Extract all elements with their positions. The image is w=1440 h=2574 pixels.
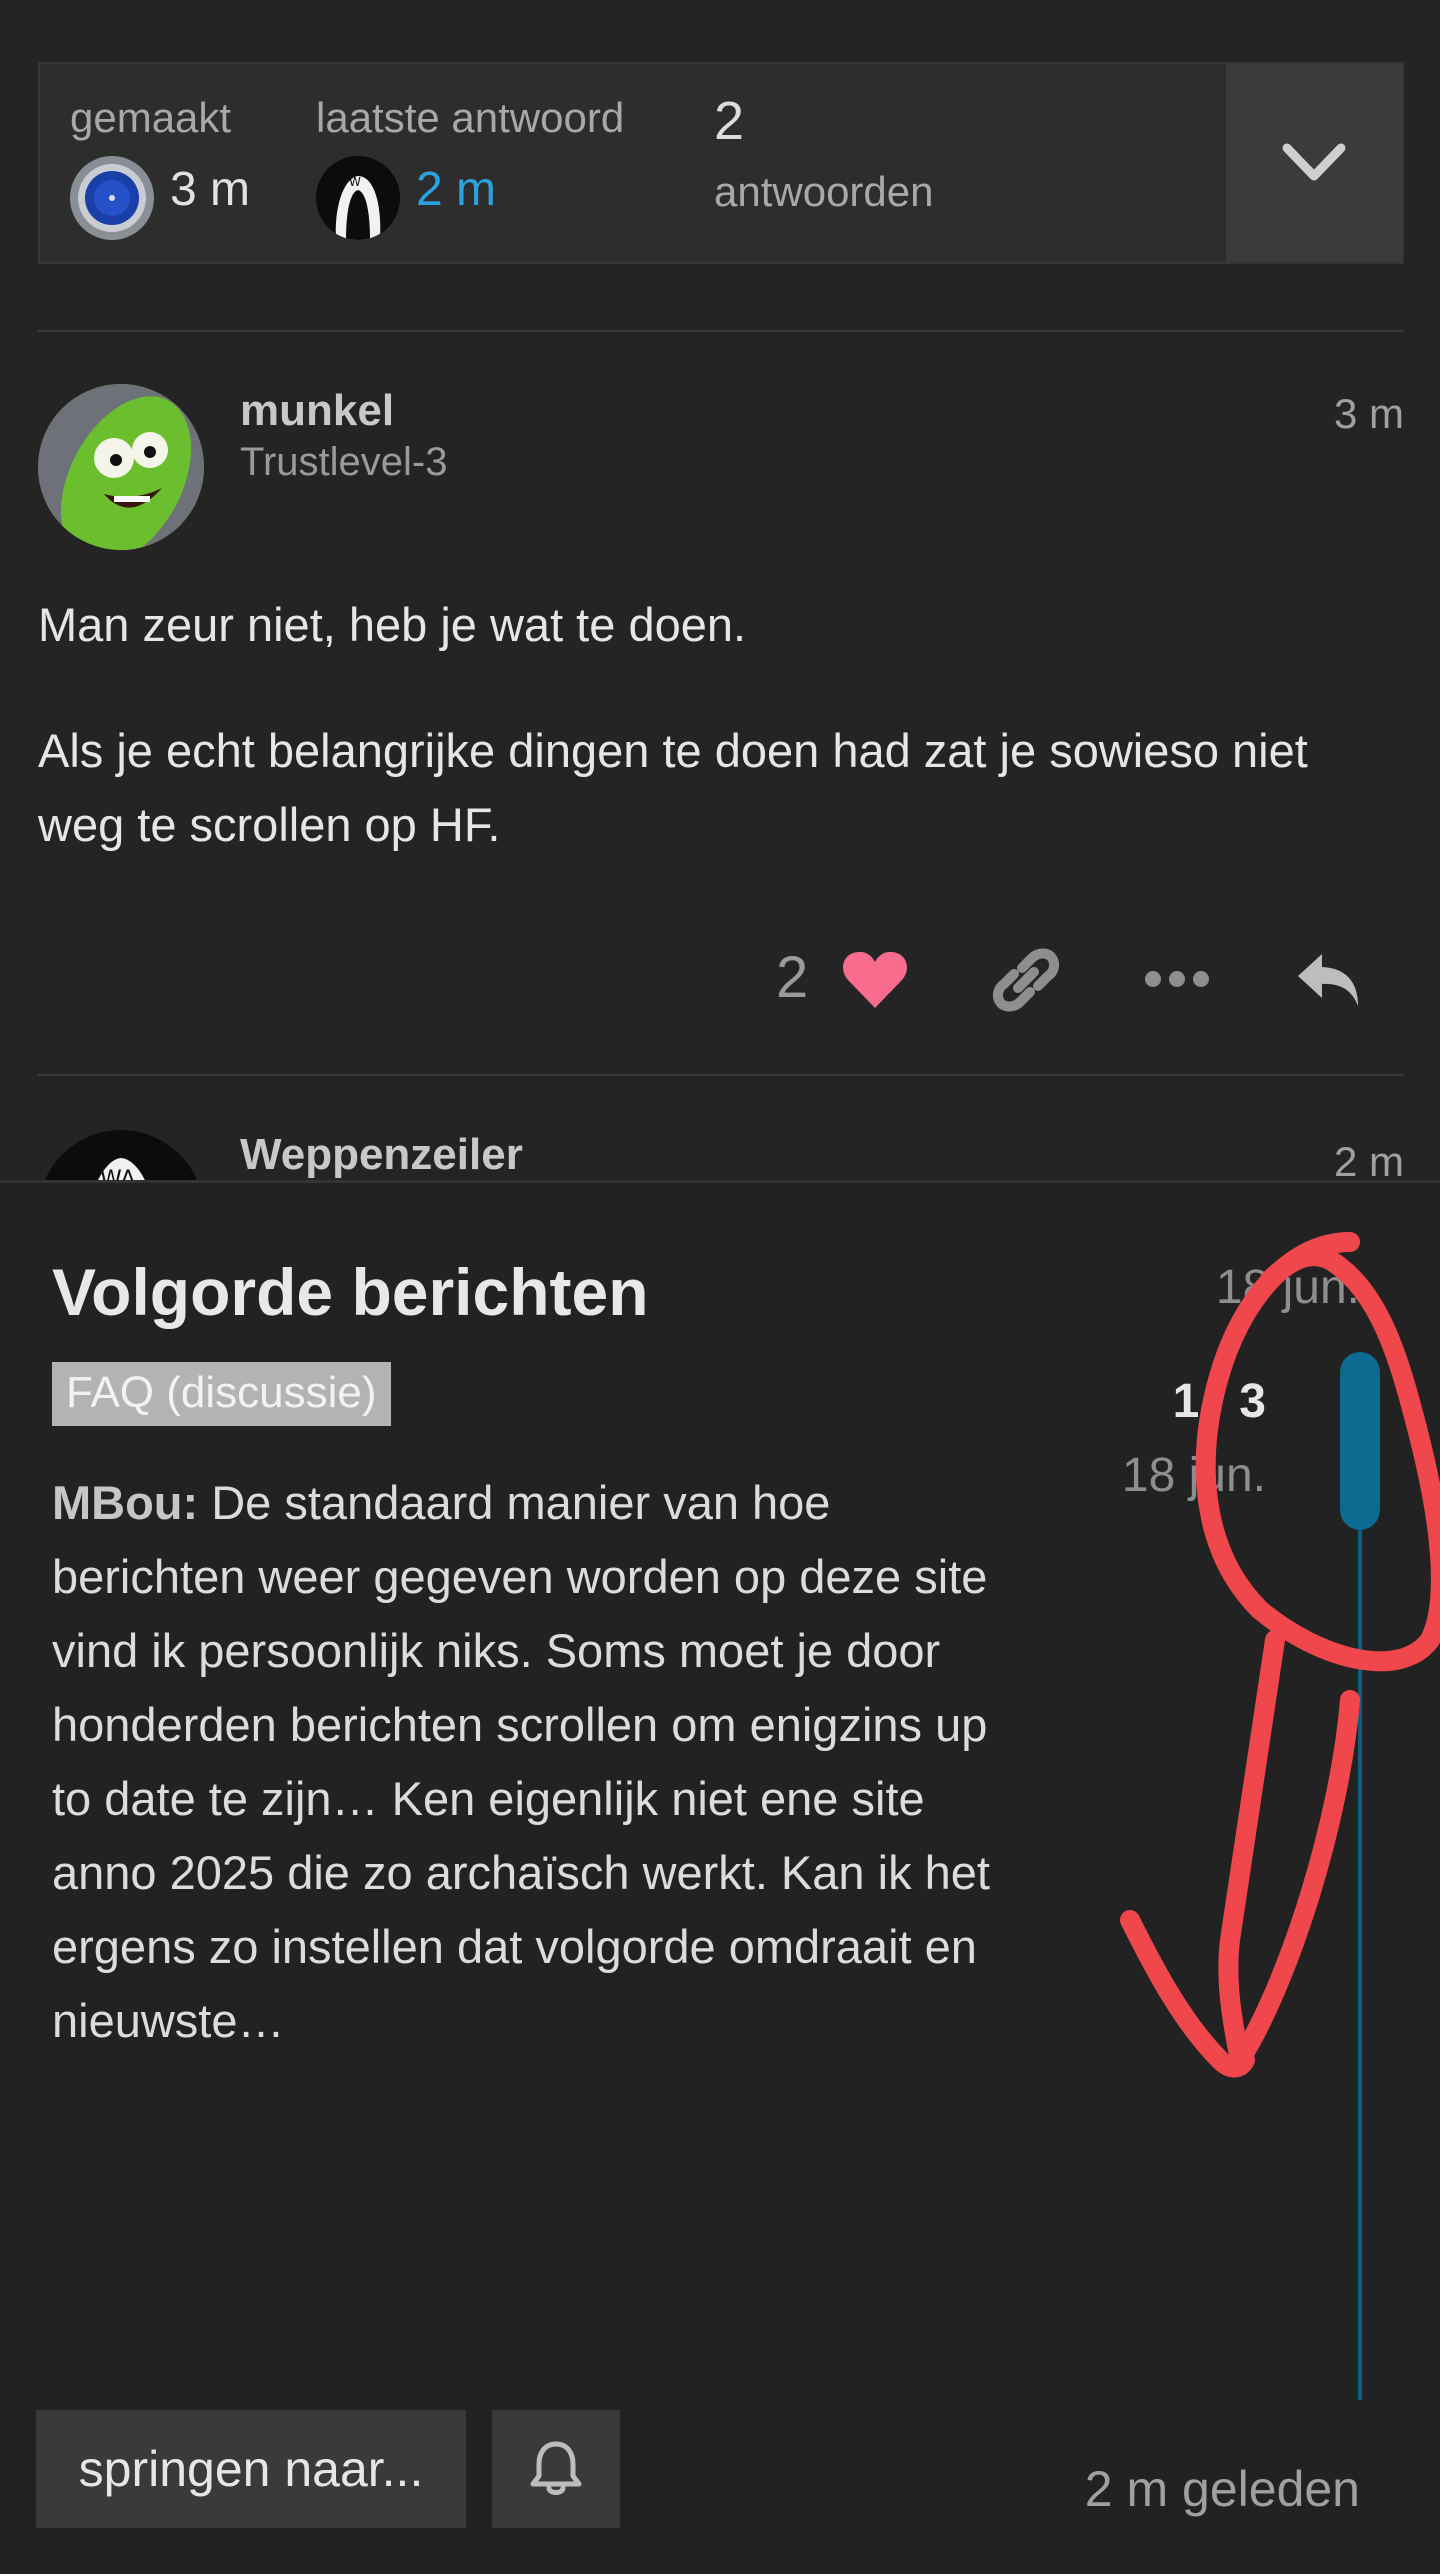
divider [38,330,1404,332]
reply-icon [1298,954,1358,1006]
post-age[interactable]: 3 m [1334,390,1404,438]
like-count[interactable]: 2 [776,944,808,1011]
topic-title[interactable]: Volgorde berichten [52,1254,649,1330]
more-actions-button[interactable] [1144,966,1210,997]
next-post-age[interactable]: 2 m [1334,1138,1404,1186]
like-button[interactable] [842,950,908,1015]
post-user-title: Trustlevel-3 [240,440,448,484]
bell-icon [530,2441,582,2495]
created-value: 3 m [170,163,251,216]
annotation-scribble [1120,1232,1440,2078]
copy-link-button[interactable] [992,946,1060,1019]
excerpt-author: MBou: [52,1476,199,1529]
last-replier-avatar[interactable]: W [316,156,400,240]
excerpt-text: De standaard manier van hoe berichten we… [52,1476,990,2047]
post-paragraph-1: Man zeur niet, heb je wat te doen. [38,598,747,651]
category-badge[interactable]: FAQ (discussie) [52,1362,391,1426]
replies-label: antwoorden [714,168,934,215]
heart-icon [843,951,907,1008]
created-label: gemaakt [70,94,232,141]
post-paragraph-2: Als je echt belangrijke dingen te doen h… [38,724,1308,851]
last-activity[interactable]: 2 m geleden [1085,2460,1360,2518]
topic-excerpt: MBou: De standaard manier van hoe berich… [52,1466,1012,2058]
last-reply-label: laatste antwoord [316,94,625,141]
svg-text:W: W [349,175,361,189]
divider [38,1074,1404,1076]
jump-to-button[interactable]: springen naar... [36,2410,466,2528]
reply-count: 2 [714,91,745,151]
post-avatar[interactable] [38,384,204,550]
reply-button[interactable] [1294,950,1364,1015]
creator-avatar[interactable] [70,156,154,240]
link-icon [992,948,1060,1012]
next-post-username[interactable]: Weppenzeiler [240,1130,523,1180]
ellipsis-icon [1145,971,1209,987]
expand-topic-map-button[interactable] [1226,64,1402,262]
post-username[interactable]: munkel [240,386,394,436]
chevron-down-icon [1282,143,1346,181]
notifications-button[interactable] [492,2410,620,2528]
last-reply-value[interactable]: 2 m [416,162,496,217]
topic-map: gemaakt 3 m laatste antwoord W 2 m 2 ant… [38,62,1404,264]
